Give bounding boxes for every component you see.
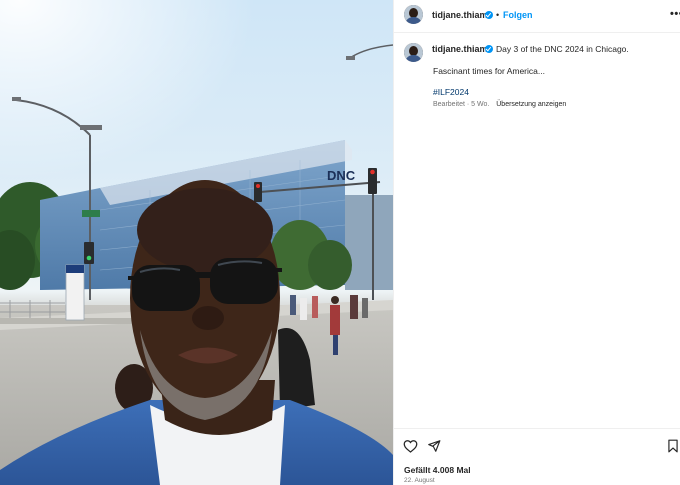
dnc-sign: DNC — [327, 168, 356, 183]
caption-meta: Bearbeitet · 5 Wo. Übersetzung anzeigen — [433, 101, 566, 108]
post-sidebar: tidjane.thiam • Folgen ••• tidjane.thiam… — [393, 0, 680, 485]
more-options-icon[interactable]: ••• — [670, 8, 680, 20]
heart-icon[interactable] — [403, 439, 418, 458]
verified-badge-icon — [485, 45, 493, 53]
caption-avatar[interactable] — [404, 43, 423, 62]
header-username[interactable]: tidjane.thiam — [432, 10, 488, 20]
caption-text: Day 3 of the DNC 2024 in Chicago. — [496, 44, 629, 54]
avatar[interactable] — [404, 5, 423, 24]
translate-link[interactable]: Übersetzung anzeigen — [496, 101, 566, 108]
follow-button[interactable]: Folgen — [503, 10, 533, 20]
separator-dot: • — [496, 10, 500, 20]
street-sign — [65, 264, 85, 321]
likes-count[interactable]: Gefällt 4.008 Mal — [404, 465, 471, 475]
post-header: tidjane.thiam • Folgen ••• — [394, 0, 680, 33]
selfie-scene: DNC — [0, 0, 393, 485]
bookmark-icon[interactable] — [667, 439, 679, 458]
post-date: 22. August — [404, 477, 435, 484]
post-photo[interactable]: DNC — [0, 0, 393, 485]
post-actions: Gefällt 4.008 Mal 22. August — [394, 428, 680, 485]
edited-label: Bearbeitet · 5 Wo. — [433, 101, 490, 108]
paper-plane-icon[interactable] — [427, 439, 441, 458]
verified-badge-icon — [485, 11, 493, 19]
hashtag-link[interactable]: #ILF2024 — [433, 87, 469, 97]
caption-line-2: Fascinant times for America... — [433, 66, 545, 76]
caption-username[interactable]: tidjane.thiam — [432, 44, 488, 54]
